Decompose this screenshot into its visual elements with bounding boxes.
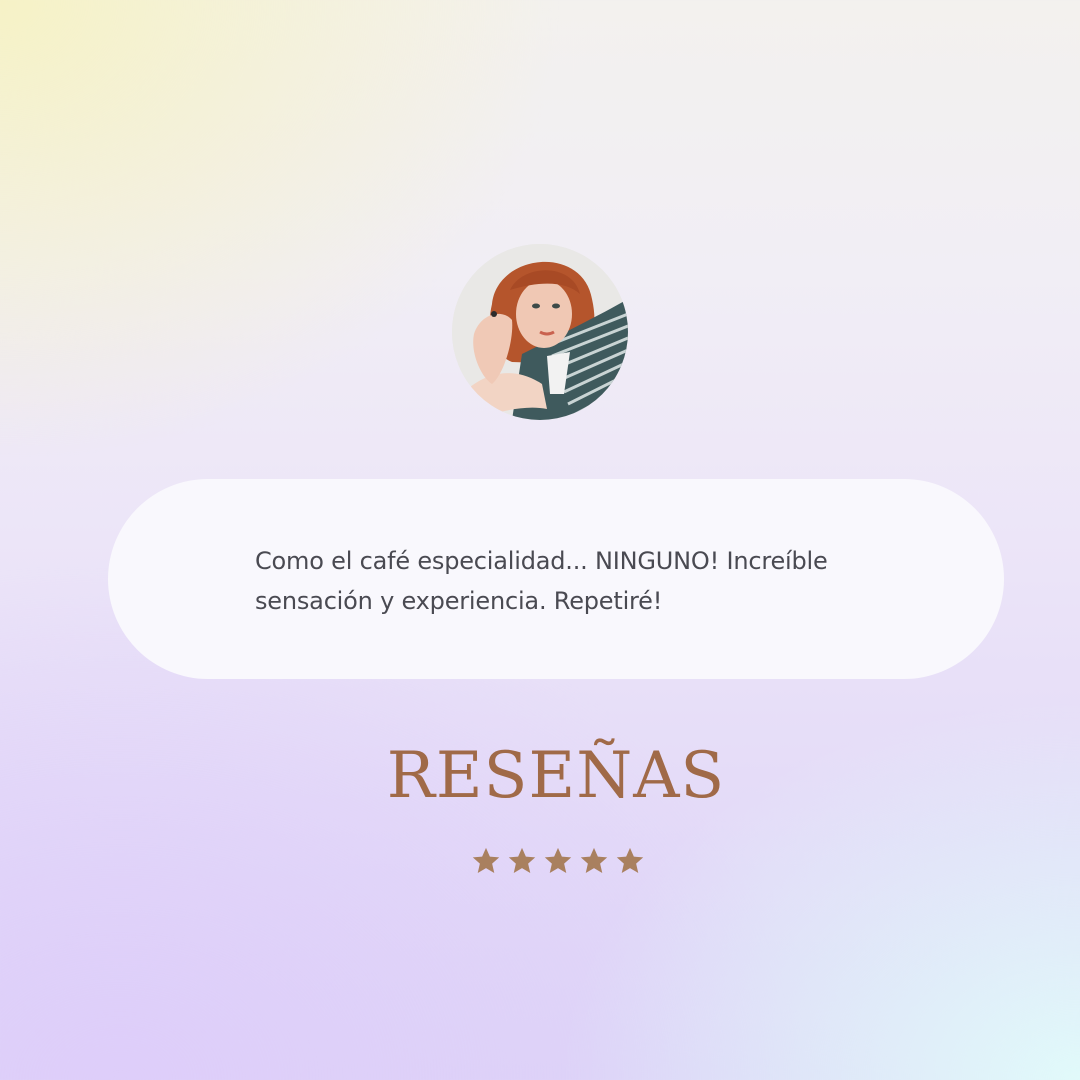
review-card: Como el café especialidad... NINGUNO! In… [108,479,1004,679]
page-title: RESEÑAS [386,739,726,813]
reviewer-photo-icon [452,244,628,420]
star-rating [470,845,650,877]
star-icon [578,845,610,877]
review-quote: Como el café especialidad... NINGUNO! In… [255,547,828,615]
star-icon [542,845,574,877]
star-icon [506,845,538,877]
star-icon [614,845,646,877]
star-icon [470,845,502,877]
reviewer-avatar [452,244,628,420]
